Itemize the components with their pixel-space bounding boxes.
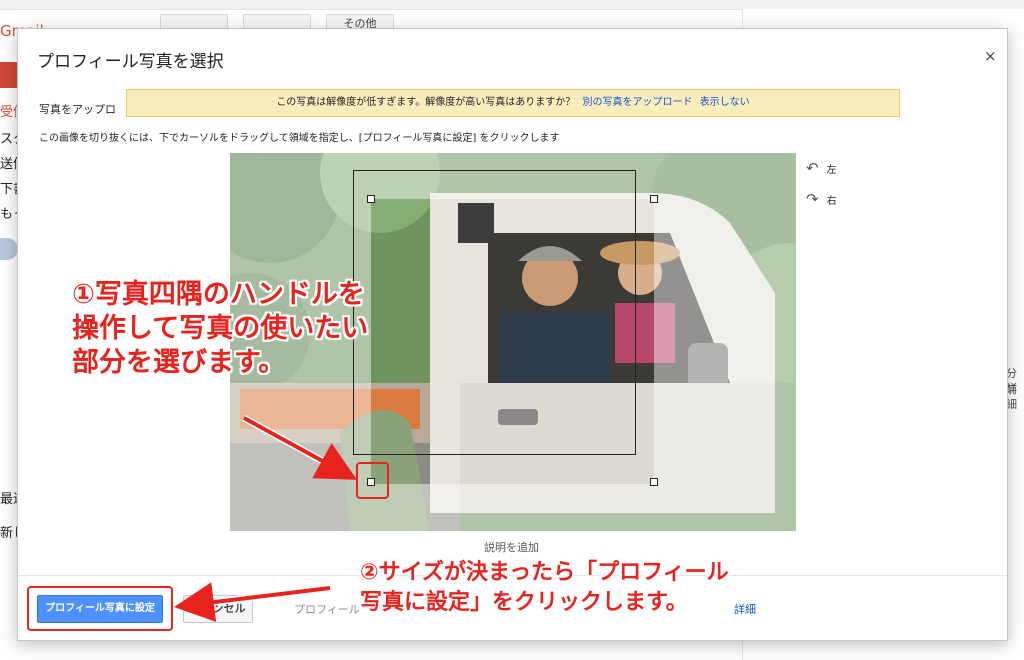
crop-dim-bottom: [230, 484, 796, 531]
crop-handle-top-right[interactable]: [650, 195, 658, 203]
rotate-left-icon: ↶: [806, 159, 819, 177]
rotate-right-icon: ↷: [806, 190, 819, 208]
crop-selection[interactable]: [353, 170, 636, 455]
details-link[interactable]: 詳細: [734, 601, 756, 617]
compose-button[interactable]: [0, 62, 18, 88]
crop-handle-top-left[interactable]: [367, 195, 375, 203]
low-resolution-banner: この写真は解像度が低すぎます。解像度が高い写真はありますか？ 別の写真をアップロ…: [126, 89, 900, 117]
rotate-left-button[interactable]: ↶ 左: [806, 159, 837, 177]
crop-handle-bottom-right[interactable]: [650, 478, 658, 486]
close-icon[interactable]: ×: [984, 47, 997, 65]
rotate-right-label: 右: [826, 195, 837, 207]
upload-tab-label[interactable]: 写真をアップロ: [39, 101, 116, 117]
footer-note: プロフィール: [294, 603, 360, 616]
banner-message: この写真は解像度が低すぎます。解像度が高い写真はありますか？: [276, 97, 576, 108]
crop-dim-right: [654, 199, 796, 484]
right-pane-detail[interactable]: 詳細: [1006, 380, 1024, 412]
rotate-left-label: 左: [826, 164, 837, 176]
cancel-button[interactable]: キャンセル: [183, 595, 253, 623]
button-highlight-box: [27, 586, 173, 631]
crop-instruction: この画像を切り抜くには、下でカーソルをドラッグして領域を指定し、[プロフィール写…: [39, 133, 560, 144]
annotation-step-2: ②サイズが決まったら「プロフィール写真に設定」をクリックします。: [360, 560, 729, 615]
dialog-title: プロフィール写真を選択: [37, 52, 224, 72]
handle-highlight-box: [356, 462, 389, 499]
upload-another-photo-link[interactable]: 別の写真をアップロード: [583, 97, 693, 108]
add-caption-link[interactable]: 説明を追加: [484, 539, 539, 555]
dismiss-link[interactable]: 表示しない: [700, 97, 750, 108]
rotate-right-button[interactable]: ↷ 右: [806, 190, 837, 208]
annotation-step-1: ①写真四隅のハンドルを操作して写真の使いたい部分を選びます。: [72, 279, 369, 378]
avatar[interactable]: [0, 238, 18, 260]
